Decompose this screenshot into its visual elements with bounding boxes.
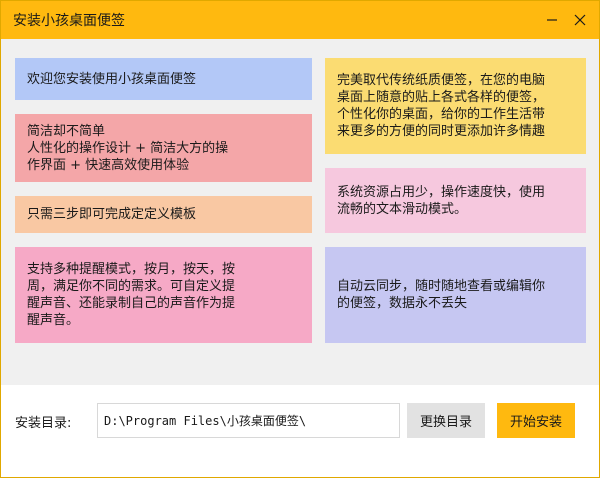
feature-card-reminder: 支持多种提醒模式，按月，按天，按 周，满足你不同的需求。可自定义提 醒声音、还能…	[15, 247, 312, 343]
feature-card-template: 只需三步即可完成定定义模板	[15, 196, 312, 233]
feature-card-text: 简洁却不简单 人性化的操作设计 + 简洁大方的操 作界面 + 快速高效使用体验	[27, 123, 229, 173]
feature-card-cloud-sync: 自动云同步，随时随地查看或编辑你 的便签，数据永不丢失	[325, 247, 586, 343]
feature-card-text: 只需三步即可完成定定义模板	[27, 207, 197, 222]
install-dir-label: 安装目录:	[15, 416, 72, 431]
close-icon	[574, 14, 586, 26]
installer-window: 安装小孩桌面便签 欢迎您安装使用小孩桌面便签 简洁却不简单 人性化的操作设计 +…	[0, 0, 600, 478]
change-dir-button[interactable]: 更换目录	[407, 403, 485, 438]
feature-card-text: 完美取代传统纸质便签，在您的电脑 桌面上随意的贴上各式各样的便签， 个性化你的桌…	[337, 73, 546, 139]
feature-card-welcome: 欢迎您安装使用小孩桌面便签	[15, 58, 312, 100]
start-install-button[interactable]: 开始安装	[497, 403, 575, 438]
feature-card-text: 支持多种提醒模式，按月，按天，按 周，满足你不同的需求。可自定义提 醒声音、还能…	[27, 262, 236, 328]
feature-card-simple: 简洁却不简单 人性化的操作设计 + 简洁大方的操 作界面 + 快速高效使用体验	[15, 114, 312, 182]
feature-card-performance: 系统资源占用少，操作速度快，使用 流畅的文本滑动模式。	[325, 168, 586, 233]
minimize-button[interactable]	[541, 9, 563, 31]
close-button[interactable]	[569, 9, 591, 31]
feature-card-paperless: 完美取代传统纸质便签，在您的电脑 桌面上随意的贴上各式各样的便签， 个性化你的桌…	[325, 58, 586, 154]
title-bar[interactable]: 安装小孩桌面便签	[1, 1, 599, 39]
feature-card-text: 自动云同步，随时随地查看或编辑你 的便签，数据永不丢失	[337, 279, 546, 311]
window-title: 安装小孩桌面便签	[13, 13, 125, 29]
feature-card-text: 系统资源占用少，操作速度快，使用 流畅的文本滑动模式。	[337, 184, 546, 217]
install-dir-input[interactable]	[97, 403, 400, 438]
feature-card-text: 欢迎您安装使用小孩桌面便签	[27, 71, 197, 87]
minimize-icon	[547, 19, 557, 21]
